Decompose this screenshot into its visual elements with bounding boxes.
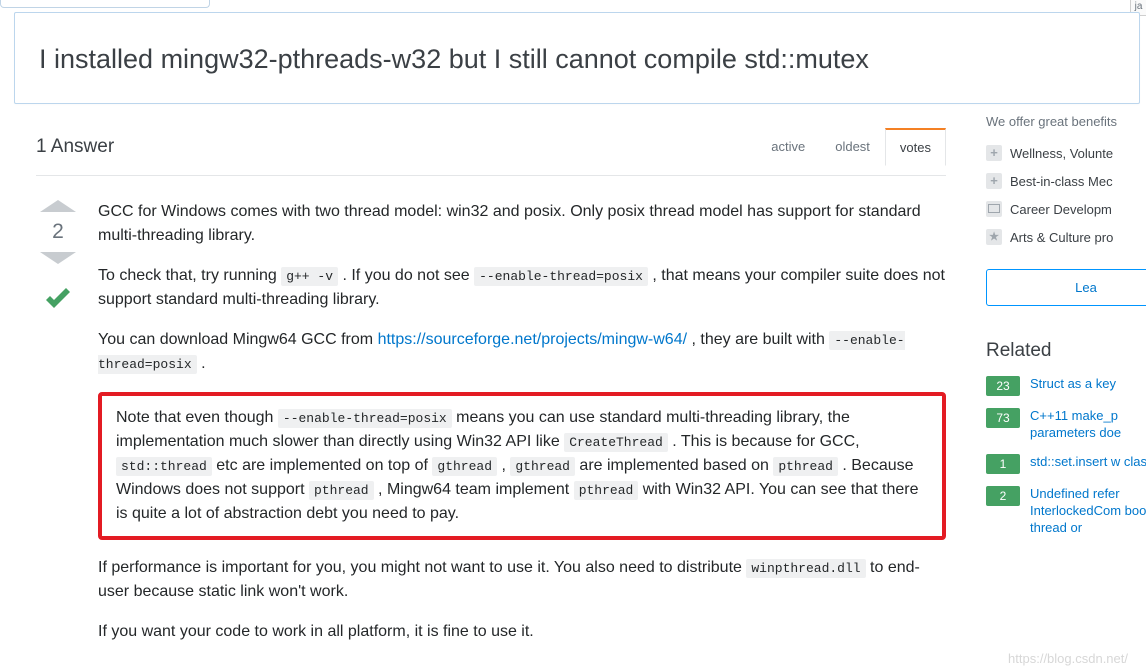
related-item: 2 Undefined refer InterlockedCom boost t…: [986, 486, 1146, 537]
inline-code: gthread: [432, 457, 497, 476]
answer-body: GCC for Windows comes with two thread mo…: [98, 200, 946, 660]
inline-code: pthread: [574, 481, 639, 500]
accepted-check-icon: [40, 282, 76, 325]
para-3: You can download Mingw64 GCC from https:…: [98, 328, 946, 376]
para-2: To check that, try running g++ -v . If y…: [98, 264, 946, 312]
inline-code: std::thread: [116, 457, 212, 476]
inline-code: CreateThread: [564, 433, 668, 452]
learn-more-button[interactable]: Lea: [986, 269, 1146, 306]
benefits-heading: We offer great benefits: [986, 114, 1146, 129]
related-link[interactable]: Struct as a key: [1030, 376, 1116, 393]
sort-tabs: active oldest votes: [756, 128, 946, 165]
related-link[interactable]: C++11 make_p parameters doe: [1030, 408, 1146, 442]
inline-code: --enable-thread=posix: [474, 267, 648, 286]
inline-code: pthread: [773, 457, 838, 476]
question-title-box: I installed mingw32-pthreads-w32 but I s…: [14, 12, 1140, 104]
para-note: Note that even though --enable-thread=po…: [116, 406, 928, 526]
plus-icon: [986, 173, 1002, 189]
browser-tab-stub: [0, 0, 210, 8]
tab-oldest[interactable]: oldest: [820, 128, 885, 165]
answer: 2 GCC for Windows comes with two thread …: [36, 200, 946, 660]
related-item: 73 C++11 make_p parameters doe: [986, 408, 1146, 442]
downvote-icon[interactable]: [40, 252, 76, 264]
benefit-item: Arts & Culture pro: [986, 223, 1146, 251]
watermark: https://blog.csdn.net/: [1008, 651, 1128, 666]
related-link[interactable]: std::set.insert w class: [1030, 454, 1146, 471]
vote-count: 2: [52, 220, 64, 244]
tab-votes[interactable]: votes: [885, 128, 946, 166]
benefit-item: Best-in-class Mec: [986, 167, 1146, 195]
vote-column: 2: [36, 200, 80, 660]
star-icon: [986, 229, 1002, 245]
mingw-link[interactable]: https://sourceforge.net/projects/mingw-w…: [378, 331, 687, 348]
related-heading: Related: [986, 340, 1146, 362]
related-item: 23 Struct as a key: [986, 376, 1146, 396]
question-title: I installed mingw32-pthreads-w32 but I s…: [39, 41, 1115, 77]
benefit-item: Career Developm: [986, 195, 1146, 223]
inline-code: --enable-thread=posix: [278, 409, 452, 428]
plus-icon: [986, 145, 1002, 161]
related-badge: 2: [986, 486, 1020, 506]
inline-code: winpthread.dll: [746, 559, 865, 578]
answers-count: 1 Answer: [36, 136, 756, 158]
tab-active[interactable]: active: [756, 128, 820, 165]
related-badge: 73: [986, 408, 1020, 428]
para-1: GCC for Windows comes with two thread mo…: [98, 200, 946, 248]
highlighted-note: Note that even though --enable-thread=po…: [98, 392, 946, 540]
related-badge: 1: [986, 454, 1020, 474]
benefit-item: Wellness, Volunte: [986, 139, 1146, 167]
inline-code: pthread: [309, 481, 374, 500]
para-5: If performance is important for you, you…: [98, 556, 946, 604]
para-6: If you want your code to work in all pla…: [98, 620, 946, 644]
related-badge: 23: [986, 376, 1020, 396]
monitor-icon: [986, 201, 1002, 217]
inline-code: g++ -v: [281, 267, 338, 286]
related-item: 1 std::set.insert w class: [986, 454, 1146, 474]
answers-header: 1 Answer active oldest votes: [36, 128, 946, 176]
related-link[interactable]: Undefined refer InterlockedCom boost thr…: [1030, 486, 1146, 537]
main-content: 1 Answer active oldest votes 2 GCC for W…: [36, 128, 946, 660]
inline-code: gthread: [510, 457, 575, 476]
upvote-icon[interactable]: [40, 200, 76, 212]
sidebar: We offer great benefits Wellness, Volunt…: [986, 110, 1146, 548]
